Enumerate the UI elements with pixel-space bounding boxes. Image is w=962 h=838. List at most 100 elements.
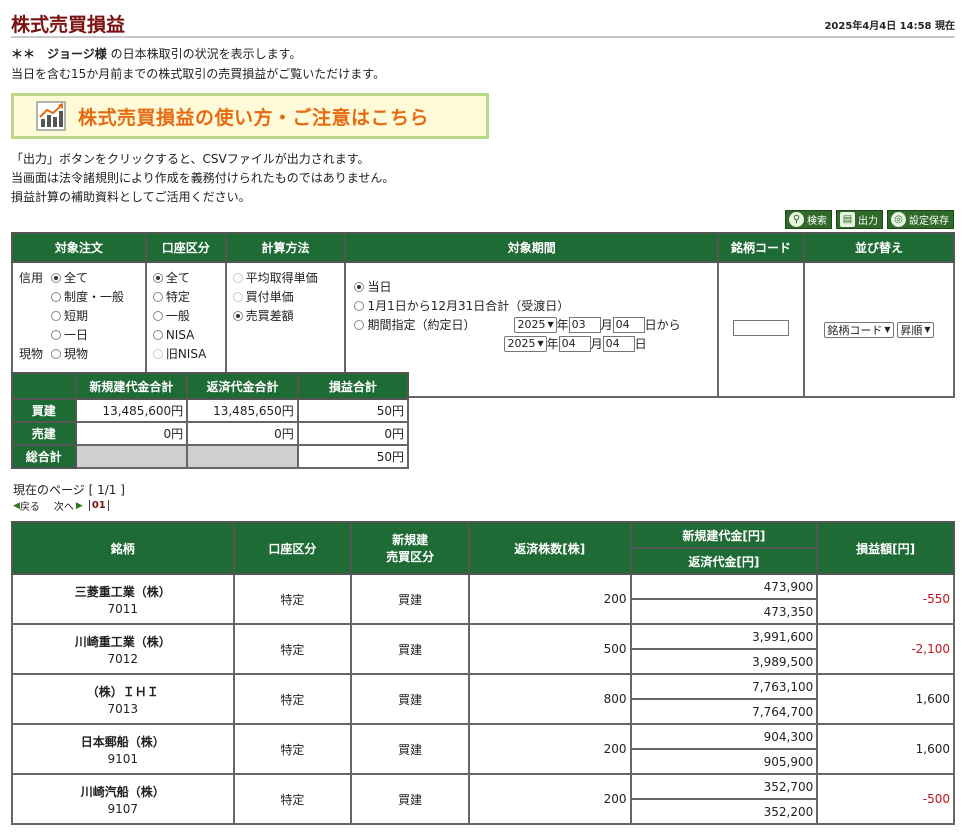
filter-header-sort: 並び替え bbox=[802, 232, 956, 263]
summary-repay-total: 13,485,650円 bbox=[186, 398, 299, 423]
order-option-label: 短期 bbox=[64, 309, 89, 323]
to-year-select[interactable]: 2025 ▼ bbox=[504, 335, 547, 352]
account-option-label: NISA bbox=[165, 327, 195, 342]
note-line: 「出力」ボタンをクリックすると、CSVファイルが出力されます。 bbox=[11, 152, 370, 166]
stock-name: 日本郵船（株） bbox=[80, 735, 165, 749]
account-option-label: 特定 bbox=[165, 290, 190, 304]
repay-qty: 200 bbox=[467, 773, 632, 825]
account-type: 特定 bbox=[232, 573, 353, 625]
intro-line1: の日本株取引の状況を表示します。 bbox=[106, 47, 302, 61]
sort-field-select[interactable]: 銘柄コード ▼ bbox=[824, 321, 894, 338]
stock-code: 9107 bbox=[107, 802, 139, 816]
account-type: 特定 bbox=[232, 623, 353, 675]
to-day-input[interactable]: 04 bbox=[602, 335, 635, 352]
note-line: 当画面は法令諸規則により作成を義務付けられたものではありません。 bbox=[11, 171, 395, 185]
positions-table: 銘柄 口座区分 新規建 売買区分 返済株数[株] 新規建代金[円] 損益額[円]… bbox=[11, 521, 955, 825]
chart-icon bbox=[36, 101, 66, 131]
code-filter-cell bbox=[717, 261, 805, 398]
order-radio-short[interactable] bbox=[51, 310, 61, 321]
summary-pl-total: 50円 bbox=[296, 398, 410, 423]
calc-option-label: 買付単価 bbox=[245, 290, 294, 304]
new-amount: 473,900 bbox=[629, 573, 819, 600]
col-header-name: 銘柄 bbox=[11, 521, 235, 575]
calc-radio-average[interactable] bbox=[232, 272, 243, 283]
trade-side: 買建 bbox=[350, 773, 470, 825]
stock-code-input[interactable] bbox=[733, 320, 790, 336]
account-type: 特定 bbox=[232, 773, 353, 825]
account-radio-specific[interactable] bbox=[152, 291, 163, 302]
guide-banner-label: 株式売買損益の使い方・ご注意はこちら bbox=[78, 106, 430, 129]
arrow-left-icon: ◀ bbox=[13, 500, 20, 511]
period-radio-year[interactable] bbox=[354, 300, 365, 311]
order-radio-cash[interactable] bbox=[51, 348, 61, 359]
output-button[interactable]: ▤ 出力 bbox=[836, 210, 883, 229]
search-icon: ⚲ bbox=[789, 212, 804, 227]
chevron-down-icon: ▼ bbox=[537, 339, 544, 348]
printer-icon: ▤ bbox=[840, 212, 855, 227]
table-row: 川崎汽船（株） 9107 特定 買建 200 352,700 -500 bbox=[11, 773, 955, 825]
from-month-input[interactable]: 03 bbox=[568, 316, 601, 333]
from-day-input[interactable]: 04 bbox=[612, 316, 645, 333]
stock-name-cell: 三菱重工業（株） 7011 bbox=[11, 573, 235, 625]
account-radio-all[interactable] bbox=[152, 272, 163, 283]
col-header-new-amount: 新規建代金[円] bbox=[629, 521, 819, 549]
repay-amount: 3,989,500 bbox=[629, 648, 819, 675]
calc-radio-purchase[interactable] bbox=[232, 291, 243, 302]
account-radio-general[interactable] bbox=[152, 310, 163, 321]
period-radio-today[interactable] bbox=[354, 281, 365, 292]
sort-order-select[interactable]: 昇順 ▼ bbox=[897, 321, 934, 338]
period-radio-range[interactable] bbox=[354, 319, 365, 330]
filter-header-code: 銘柄コード bbox=[717, 232, 805, 263]
repay-amount: 352,200 bbox=[629, 798, 819, 825]
table-row: 日本郵船（株） 9101 特定 買建 200 904,300 1,600 bbox=[11, 723, 955, 775]
notes: 「出力」ボタンをクリックすると、CSVファイルが出力されます。 当画面は法令諸規… bbox=[11, 150, 394, 207]
account-option-label: 一般 bbox=[165, 309, 190, 323]
repay-qty: 200 bbox=[467, 573, 632, 625]
from-year-select[interactable]: 2025 ▼ bbox=[514, 316, 557, 333]
summary-header-corner bbox=[11, 372, 77, 400]
calc-radio-diff[interactable] bbox=[232, 310, 243, 321]
save-settings-button[interactable]: ◎ 設定保存 bbox=[887, 210, 954, 229]
credit-label: 信用 bbox=[19, 271, 44, 285]
summary-pl-total: 0円 bbox=[296, 421, 410, 446]
to-month-input[interactable]: 04 bbox=[558, 335, 591, 352]
order-option-label: 全て bbox=[64, 271, 89, 285]
account-option-label: 旧NISA bbox=[165, 347, 207, 361]
summary-row-label: 買建 bbox=[11, 398, 77, 423]
col-header-side-line2: 売買区分 bbox=[386, 550, 435, 564]
account-radio-nisa[interactable] bbox=[152, 329, 163, 340]
to-suffix: 日 bbox=[634, 337, 647, 351]
summary-row-label: 売建 bbox=[11, 421, 77, 446]
period-option-label: 1月1日から12月31日合計（受渡日） bbox=[367, 299, 570, 313]
profit-loss: -550 bbox=[816, 573, 955, 625]
search-button[interactable]: ⚲ 検索 bbox=[785, 210, 832, 229]
order-radio-day[interactable] bbox=[51, 329, 61, 340]
page-number-link[interactable]: 01 bbox=[88, 500, 109, 511]
summary-header-pl: 損益合計 bbox=[296, 372, 410, 400]
account-radio-old-nisa[interactable] bbox=[152, 348, 163, 359]
year-unit: 年 bbox=[556, 318, 569, 332]
summary-header-new: 新規建代金合計 bbox=[74, 372, 189, 400]
chevron-down-icon: ▼ bbox=[924, 325, 931, 334]
order-radio-all[interactable] bbox=[51, 272, 61, 283]
page-title: 株式売買損益 bbox=[11, 14, 126, 36]
account-type: 特定 bbox=[232, 673, 353, 725]
prev-page-link[interactable]: 戻る bbox=[20, 498, 40, 513]
sort-field-value: 銘柄コード bbox=[827, 323, 883, 337]
table-row: （株）ＩＨＩ 7013 特定 買建 800 7,763,100 1,600 bbox=[11, 673, 955, 725]
stock-name-cell: 川崎汽船（株） 9107 bbox=[11, 773, 235, 825]
arrow-right-icon: ▶ bbox=[75, 500, 83, 511]
guide-banner-link[interactable]: 株式売買損益の使い方・ご注意はこちら bbox=[11, 93, 489, 139]
to-year-value: 2025 bbox=[507, 337, 536, 350]
order-radio-standard[interactable] bbox=[51, 291, 61, 302]
filter-header-order: 対象注文 bbox=[11, 232, 147, 263]
summary-header-repay: 返済代金合計 bbox=[186, 372, 299, 400]
search-button-label: 検索 bbox=[807, 216, 827, 227]
table-row: 川崎重工業（株） 7012 特定 買建 500 3,991,600 -2,100 bbox=[11, 623, 955, 675]
trade-side: 買建 bbox=[350, 723, 470, 775]
next-page-link[interactable]: 次へ bbox=[54, 498, 74, 513]
table-row: 三菱重工業（株） 7011 特定 買建 200 473,900 -550 bbox=[11, 573, 955, 625]
summary-row-label: 総合計 bbox=[11, 444, 77, 469]
col-header-account: 口座区分 bbox=[232, 521, 353, 575]
summary-row-buy: 買建 13,485,600円 13,485,650円 50円 bbox=[11, 398, 410, 423]
